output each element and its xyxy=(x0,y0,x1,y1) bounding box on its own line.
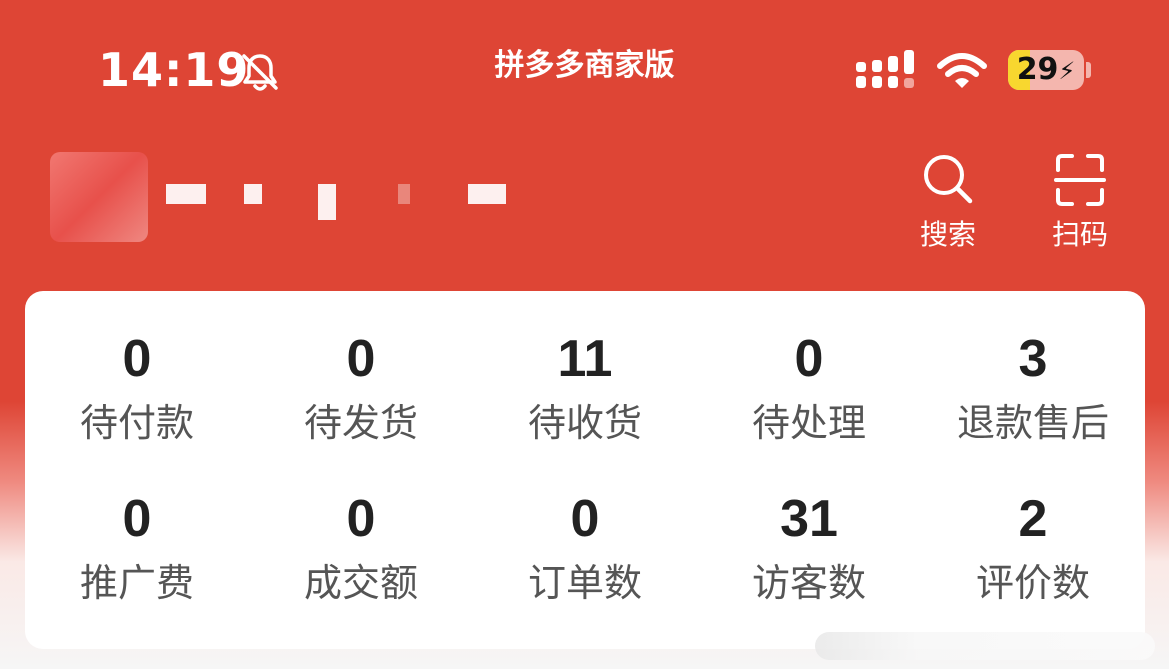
stat-label: 待发货 xyxy=(303,401,418,445)
scan-button[interactable]: 扫码 xyxy=(1035,152,1125,252)
battery-cap xyxy=(1086,62,1091,78)
stat-pending-shipment[interactable]: 0 待发货 xyxy=(249,291,473,455)
stat-refund-aftersales[interactable]: 3 退款售后 xyxy=(921,291,1145,455)
order-stats-card: 0 待付款 0 待发货 11 待收货 0 待处理 3 退款售后 0 推广费 0 … xyxy=(25,291,1145,649)
stat-value: 0 xyxy=(794,330,824,388)
stat-label: 推广费 xyxy=(79,561,194,605)
stat-label: 待收货 xyxy=(527,401,642,445)
scan-icon xyxy=(1054,154,1106,206)
stat-value: 11 xyxy=(557,330,613,388)
search-icon xyxy=(924,155,973,204)
battery-level: 29⚡ xyxy=(1008,50,1084,90)
stat-value: 31 xyxy=(780,490,838,548)
stat-value: 2 xyxy=(1018,490,1048,548)
search-button[interactable]: 搜索 xyxy=(903,152,993,252)
stat-value: 0 xyxy=(122,330,152,388)
stat-label: 评价数 xyxy=(975,561,1090,605)
stat-label: 订单数 xyxy=(527,561,642,605)
cellular-signal-icon xyxy=(856,50,914,88)
stat-label: 成交额 xyxy=(303,561,418,605)
stat-value: 0 xyxy=(346,330,376,388)
wifi-icon xyxy=(937,53,987,88)
stat-label: 待付款 xyxy=(79,401,194,445)
stat-promotion-cost[interactable]: 0 推广费 xyxy=(25,455,249,619)
stat-value: 0 xyxy=(122,490,152,548)
stat-label: 访客数 xyxy=(751,561,866,605)
stat-value: 0 xyxy=(570,490,600,548)
stat-pending-receipt[interactable]: 11 待收货 xyxy=(473,291,697,455)
store-avatar[interactable] xyxy=(50,152,148,242)
stat-value: 3 xyxy=(1018,330,1048,388)
stat-pending-payment[interactable]: 0 待付款 xyxy=(25,291,249,455)
stat-label: 待处理 xyxy=(751,401,866,445)
stat-value: 0 xyxy=(346,490,376,548)
search-label: 搜索 xyxy=(919,218,976,251)
app-title: 拼多多商家版 xyxy=(494,48,675,83)
stat-transaction-amount[interactable]: 0 成交额 xyxy=(249,455,473,619)
battery-indicator: 29⚡ xyxy=(1008,50,1084,90)
stat-review-count[interactable]: 2 评价数 xyxy=(921,455,1145,619)
stat-label: 退款售后 xyxy=(956,401,1109,445)
stat-order-count[interactable]: 0 订单数 xyxy=(473,455,697,619)
battery-level-text: 29 xyxy=(1016,52,1059,87)
stat-pending-processing[interactable]: 0 待处理 xyxy=(697,291,921,455)
stat-visitor-count[interactable]: 31 访客数 xyxy=(697,455,921,619)
scroll-indicator xyxy=(815,632,1155,660)
scan-label: 扫码 xyxy=(1051,218,1108,251)
charging-bolt-icon: ⚡ xyxy=(1058,57,1076,85)
